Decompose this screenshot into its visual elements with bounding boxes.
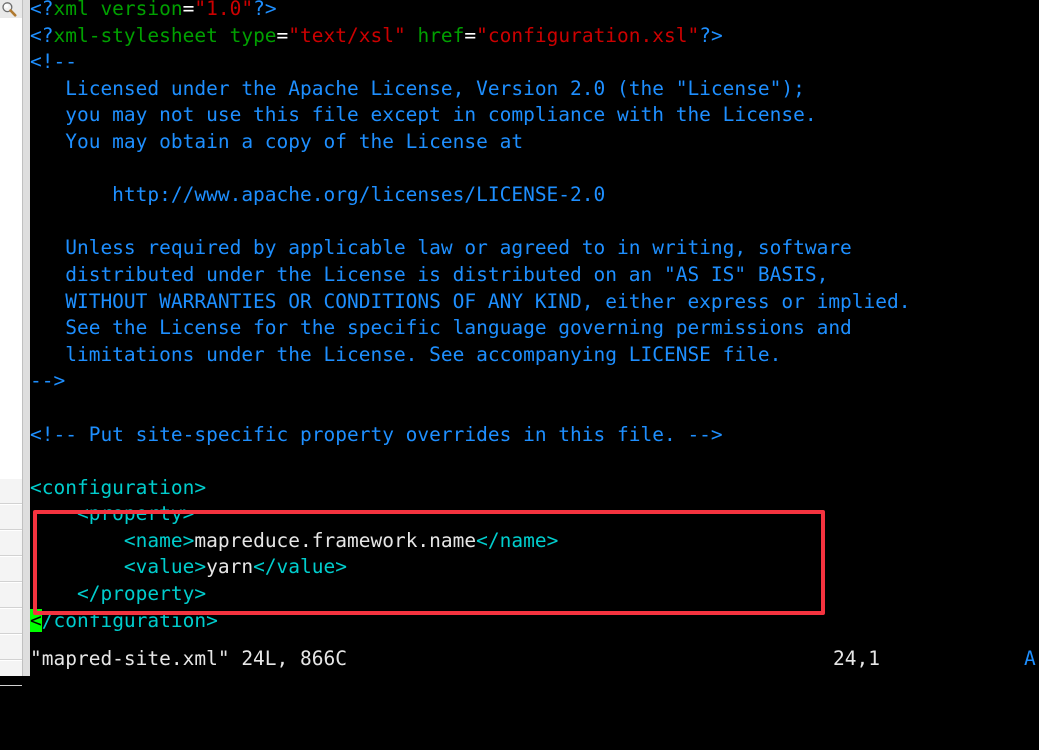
editor-line[interactable] xyxy=(30,209,1039,236)
code-token: <property> xyxy=(30,502,195,526)
editor-line[interactable]: Unless required by applicable law or agr… xyxy=(30,235,1039,262)
background-row-headers xyxy=(0,478,23,686)
code-token: xml-stylesheet type xyxy=(53,23,277,47)
background-row-header-cell xyxy=(0,530,22,556)
editor-line[interactable]: <configuration> xyxy=(30,475,1039,502)
editor-line[interactable]: Licensed under the Apache License, Versi… xyxy=(30,76,1039,103)
code-token: <? xyxy=(30,23,54,47)
editor-line[interactable] xyxy=(30,395,1039,422)
status-file-message: "mapred-site.xml" 24L, 866C xyxy=(30,647,347,670)
code-token: <!-- xyxy=(30,50,77,74)
editor-line[interactable]: </configuration> xyxy=(30,608,1039,635)
code-token: <name> xyxy=(30,528,195,552)
background-row-header-cell xyxy=(0,478,22,504)
code-token: <? xyxy=(30,0,54,20)
editor-line[interactable]: <name>mapreduce.framework.name</name> xyxy=(30,528,1039,555)
code-token: <!-- Put site-specific property override… xyxy=(30,422,723,446)
code-token: <configuration> xyxy=(30,475,207,499)
code-token: /configuration> xyxy=(41,608,218,632)
code-token: WITHOUT WARRANTIES OR CONDITIONS OF ANY … xyxy=(30,289,911,313)
code-token: You may obtain a copy of the License at xyxy=(30,129,524,153)
editor-line[interactable]: distributed under the License is distrib… xyxy=(30,262,1039,289)
editor-line[interactable]: <!-- Put site-specific property override… xyxy=(30,422,1039,449)
background-page-area xyxy=(0,18,23,478)
code-token: you may not use this file except in comp… xyxy=(30,103,817,127)
editor-line[interactable]: http://www.apache.org/licenses/LICENSE-2… xyxy=(30,182,1039,209)
code-token: </value> xyxy=(253,555,347,579)
background-row-header-cell xyxy=(0,556,22,582)
code-token: distributed under the License is distrib… xyxy=(30,262,829,286)
editor-line[interactable]: you may not use this file except in comp… xyxy=(30,102,1039,129)
code-token: = xyxy=(276,23,289,47)
code-token: See the License for the specific languag… xyxy=(30,316,852,340)
code-token: "text/xsl" xyxy=(288,23,406,47)
code-token: http://www.apache.org/licenses/LICENSE-2… xyxy=(30,183,606,207)
background-row-header-cell xyxy=(0,608,22,634)
text-cursor: < xyxy=(30,608,42,632)
vim-status-line: "mapred-site.xml" 24L, 866C 24,1 A xyxy=(30,646,1039,672)
editor-line[interactable]: See the License for the specific languag… xyxy=(30,315,1039,342)
background-toolbar-corner xyxy=(0,0,23,19)
code-token: Unless required by applicable law or agr… xyxy=(30,236,852,260)
code-token: ?> xyxy=(699,23,723,47)
code-token: </name> xyxy=(476,528,559,552)
editor-line[interactable] xyxy=(30,448,1039,475)
code-token: Licensed under the Apache License, Versi… xyxy=(30,76,805,100)
code-token: --> xyxy=(30,369,66,393)
code-token: = xyxy=(182,0,195,20)
background-row-header-cell xyxy=(0,582,22,608)
editor-line[interactable]: --> xyxy=(30,368,1039,395)
editor-line[interactable]: You may obtain a copy of the License at xyxy=(30,129,1039,156)
background-row-header-cell xyxy=(0,504,22,530)
code-token: yarn xyxy=(206,555,254,579)
status-scroll-percent: A xyxy=(1024,647,1036,670)
code-token: ?> xyxy=(253,0,277,20)
code-token: limitations under the License. See accom… xyxy=(30,342,782,366)
editor-line[interactable] xyxy=(30,156,1039,183)
editor-line[interactable]: <?xml version="1.0"?> xyxy=(30,0,1039,23)
background-row-header-cell xyxy=(0,660,22,686)
code-token: xml version xyxy=(53,0,183,20)
search-icon[interactable] xyxy=(1,1,17,17)
editor-line[interactable]: <value>yarn</value> xyxy=(30,554,1039,581)
code-token: <value> xyxy=(30,555,207,579)
code-token: = xyxy=(464,23,477,47)
editor-line[interactable]: <?xml-stylesheet type="text/xsl" href="c… xyxy=(30,23,1039,50)
background-row-header-cell xyxy=(0,634,22,660)
code-token: mapreduce.framework.name xyxy=(194,528,477,552)
code-token: href xyxy=(417,23,465,47)
editor-line[interactable]: <property> xyxy=(30,501,1039,528)
status-cursor-position: 24,1 xyxy=(833,647,880,670)
terminal-window[interactable]: <?xml version="1.0"?> <?xml-stylesheet ty… xyxy=(30,0,1039,676)
code-token: </property> xyxy=(30,582,207,606)
code-token: "configuration.xsl" xyxy=(476,23,700,47)
editor-line[interactable]: <!-- xyxy=(30,49,1039,76)
editor-line[interactable]: limitations under the License. See accom… xyxy=(30,342,1039,369)
code-token: "1.0" xyxy=(194,0,254,20)
editor-line[interactable]: WITHOUT WARRANTIES OR CONDITIONS OF ANY … xyxy=(30,289,1039,316)
editor-line[interactable]: </property> xyxy=(30,581,1039,608)
editor-text-area[interactable]: <?xml version="1.0"?> <?xml-stylesheet ty… xyxy=(30,0,1039,634)
